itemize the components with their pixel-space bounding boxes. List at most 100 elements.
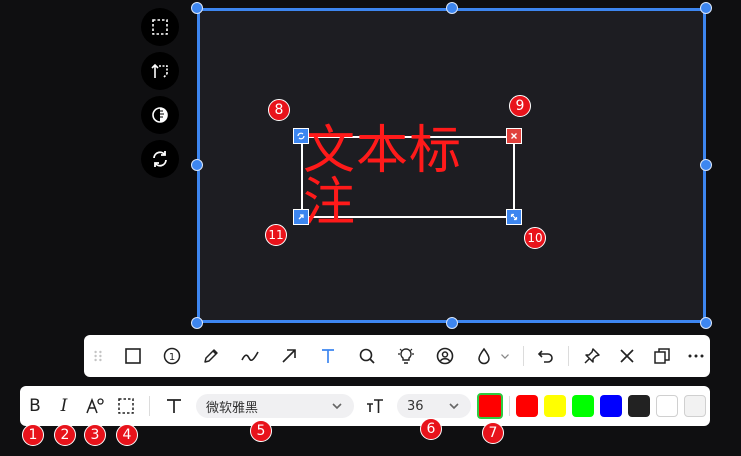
arrow-up-right-icon [298,214,304,220]
marker-5: 5 [250,420,272,442]
resize-handle-right[interactable] [700,159,712,171]
marker-8: 8 [268,99,290,121]
toolbar-divider [509,396,510,416]
color-black[interactable] [628,395,650,417]
svg-text:1: 1 [169,352,175,363]
marker-2: 2 [54,424,76,446]
marker-3: 3 [84,424,106,446]
resize-handle-top-right[interactable] [700,2,712,14]
color-white[interactable] [656,395,678,417]
number-tool[interactable]: 1 [160,335,184,377]
refresh-button[interactable] [141,140,179,178]
text-tool[interactable] [316,335,340,377]
rotate-handle[interactable] [293,128,309,144]
color-green[interactable] [572,395,594,417]
copy-button[interactable] [650,335,674,377]
contrast-icon [152,107,168,123]
select-region-icon [152,19,168,35]
rectangle-icon [125,348,141,364]
marker-7: 7 [482,422,504,444]
chevron-down-icon [332,403,342,410]
resize-handle-bottom[interactable] [446,317,458,329]
chevron-down-icon [501,354,509,359]
undo-icon [537,350,553,363]
font-size-icon [367,399,383,413]
bold-button[interactable]: B [24,386,46,426]
font-family-select[interactable]: 微软雅黑 [196,394,354,418]
text-annotation-box[interactable]: 文本标注 [301,125,515,229]
contrast-button[interactable] [141,96,179,134]
bulb-tool[interactable] [394,335,418,377]
text-border-button[interactable] [114,386,138,426]
marker-10: 10 [524,227,546,249]
text-effect-icon [86,397,104,414]
close-icon [511,133,517,139]
more-button[interactable] [684,335,708,377]
more-icon [688,354,704,358]
toolbar-divider [523,346,524,366]
mask-tool[interactable] [433,335,457,377]
arrow-tool[interactable] [277,335,301,377]
flip-icon [151,63,168,78]
close-button[interactable] [615,335,639,377]
text-icon [322,349,334,363]
mask-icon [436,347,454,365]
fill-dropdown[interactable] [498,335,512,377]
bulb-icon [398,348,414,364]
pin-icon [584,348,600,364]
scale-handle[interactable] [506,209,522,225]
marker-6: 6 [420,418,442,440]
dashed-box-icon [118,398,134,414]
refresh-icon [153,151,167,167]
color-red[interactable] [516,395,538,417]
font-size-label [363,386,387,426]
current-color-swatch[interactable] [477,393,503,419]
number-icon: 1 [163,347,181,365]
resize-diagonal-icon [510,213,518,221]
close-icon [620,349,634,363]
color-yellow[interactable] [544,395,566,417]
toolbar-divider [149,396,150,416]
text-annotation[interactable]: 文本标注 [303,125,513,229]
search-icon [359,348,375,364]
resize-handle-top-left[interactable] [191,2,203,14]
font-icon [167,399,181,413]
pencil-icon [204,349,218,363]
select-region-button[interactable] [141,8,179,46]
font-family-value: 微软雅黑 [206,400,259,416]
fill-drop-icon [478,347,490,365]
resize-handle-bottom-left[interactable] [191,317,203,329]
marker-4: 4 [116,424,138,446]
drag-handle-icon [94,350,102,362]
copy-icon [654,348,670,364]
resize-handle-bottom-right[interactable] [700,317,712,329]
font-family-label [162,386,186,426]
pin-button[interactable] [580,335,604,377]
move-handle[interactable] [293,209,309,225]
marker-9: 9 [509,95,531,117]
curve-tool[interactable] [238,335,262,377]
color-blue[interactable] [600,395,622,417]
text-format-toolbar: B I 微软雅黑 36 [20,386,710,426]
curve-icon [241,351,259,362]
font-size-select[interactable]: 36 [397,394,471,418]
flip-button[interactable] [141,52,179,90]
italic-button[interactable]: I [53,386,75,426]
arrow-icon [282,349,296,363]
resize-handle-top[interactable] [446,2,458,14]
undo-button[interactable] [534,335,558,377]
text-effect-button[interactable] [83,386,107,426]
font-size-value: 36 [407,398,424,414]
color-light-gray[interactable] [684,395,706,417]
pencil-tool[interactable] [199,335,223,377]
drag-handle[interactable] [90,335,106,377]
delete-handle[interactable] [506,128,522,144]
main-toolbar: 1 [84,335,710,377]
marker-11: 11 [265,224,287,246]
rectangle-tool[interactable] [121,335,145,377]
toolbar-divider [568,346,569,366]
resize-handle-left[interactable] [191,159,203,171]
rotate-icon [297,132,305,140]
search-tool[interactable] [355,335,379,377]
fill-tool[interactable] [472,335,496,377]
